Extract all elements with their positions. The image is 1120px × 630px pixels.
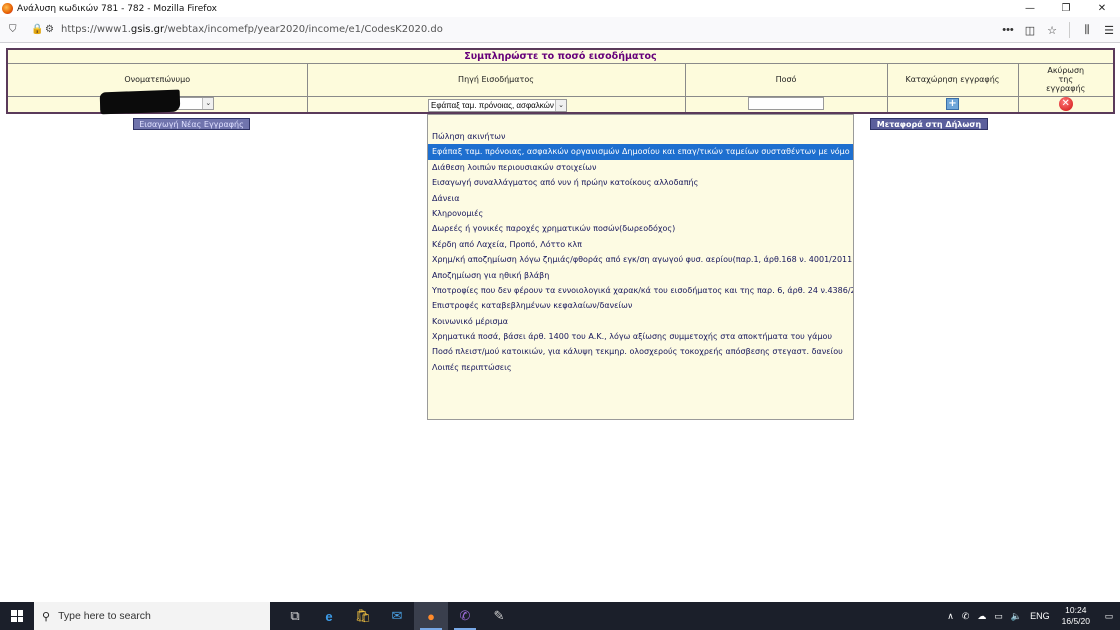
store-icon[interactable]: 🛍: [346, 602, 380, 630]
viber-icon[interactable]: ✆: [448, 602, 482, 630]
tray-expand-icon[interactable]: ∧: [943, 611, 958, 622]
redaction-mark: [99, 89, 181, 115]
window-title: Ανάλυση κωδικών 781 - 782 - Mozilla Fire…: [17, 3, 217, 14]
dropdown-option[interactable]: Υποτροφίες που δεν φέρουν τα εννοιολογικ…: [428, 283, 853, 298]
pocket-icon[interactable]: ◫: [1019, 24, 1041, 37]
dropdown-option[interactable]: Διάθεση λοιπών περιουσιακών στοιχείων: [428, 160, 853, 175]
viber-tray-icon[interactable]: ✆: [958, 611, 974, 622]
income-source-dropdown-list[interactable]: Πώληση ακινήτων Εφάπαξ ταμ. πρόνοιας, ασ…: [427, 114, 854, 420]
bookmark-star-icon[interactable]: ☆: [1041, 24, 1063, 37]
mail-icon[interactable]: ✉: [380, 602, 414, 630]
notifications-icon[interactable]: ▭: [1098, 611, 1120, 622]
search-icon: ⚲: [42, 610, 51, 623]
dropdown-option[interactable]: Κληρονομιές: [428, 206, 853, 221]
search-placeholder: Type here to search: [58, 610, 151, 622]
maximize-button[interactable]: ❐: [1048, 0, 1084, 17]
close-window-button[interactable]: ✕: [1084, 0, 1120, 17]
dropdown-option[interactable]: Χρηματικά ποσά, βάσει άρθ. 1400 του Α.Κ.…: [428, 329, 853, 344]
chevron-down-icon: ⌄: [202, 97, 214, 109]
income-source-select[interactable]: Εφάπαξ ταμ. πρόνοιας, ασφαλκών οργ ⌄: [428, 99, 567, 112]
add-entry-icon[interactable]: +: [946, 98, 959, 111]
column-header-cancel: Ακύρωση της εγγραφής: [1017, 62, 1115, 97]
firefox-logo-icon: [2, 3, 13, 14]
navbar-actions: ••• ◫ ☆ ⫼ ☰: [997, 17, 1120, 43]
windows-logo-icon: [11, 610, 23, 622]
transfer-to-declaration-button[interactable]: Μεταφορά στη Δήλωση: [870, 118, 988, 130]
dropdown-option[interactable]: Ποσό πλειστ/μού κατοικιών, για κάλυψη τε…: [428, 344, 853, 359]
task-view-icon[interactable]: ⧉: [278, 602, 312, 630]
lock-icon[interactable]: 🔒: [31, 24, 43, 35]
firefox-taskbar-icon[interactable]: ●: [414, 602, 448, 630]
volume-icon[interactable]: 🔈: [1007, 611, 1026, 622]
edge-icon[interactable]: e: [312, 602, 346, 630]
clock-date: 16/5/20: [1061, 616, 1090, 626]
permissions-icon[interactable]: ⚙: [45, 24, 57, 35]
url-field[interactable]: https://www1.gsis.gr/webtax/incomefp/yea…: [61, 24, 443, 35]
dropdown-option[interactable]: Πώληση ακινήτων: [428, 129, 853, 144]
income-source-selected-value: Εφάπαξ ταμ. πρόνοιας, ασφαλκών οργ: [431, 101, 567, 110]
clock[interactable]: 10:24 16/5/20: [1054, 605, 1098, 627]
minimize-button[interactable]: —: [1012, 0, 1048, 17]
tracking-shield-icon[interactable]: ⛉: [9, 24, 21, 35]
amount-input[interactable]: [748, 96, 824, 110]
system-tray: ∧ ✆ ☁ ▭ 🔈 ENG 10:24 16/5/20 ▭: [943, 602, 1120, 630]
dropdown-option[interactable]: Λοιπές περιπτώσεις: [428, 360, 853, 375]
dropdown-option[interactable]: Αποζημίωση για ηθική βλάβη: [428, 268, 853, 283]
page-content: Συμπληρώστε το ποσό εισοδήματος Ονοματεπ…: [0, 44, 1120, 602]
dropdown-option-selected[interactable]: Εφάπαξ ταμ. πρόνοιας, ασφαλκών οργανισμώ…: [428, 144, 853, 160]
paint-icon[interactable]: ✎: [482, 602, 516, 630]
dropdown-option[interactable]: Εισαγωγή συναλλάγματος από νυν ή πρώην κ…: [428, 175, 853, 190]
language-indicator[interactable]: ENG: [1026, 611, 1054, 621]
network-icon[interactable]: ▭: [990, 611, 1007, 622]
column-header-income-source: Πηγή Εισοδήματος: [306, 62, 686, 97]
navbar-separator: [1069, 22, 1070, 38]
amount-cell: [684, 95, 888, 114]
taskbar-apps: ⧉ e 🛍 ✉ ● ✆ ✎: [278, 602, 516, 630]
clock-time: 10:24: [1065, 605, 1087, 615]
page-actions-icon[interactable]: •••: [997, 24, 1019, 36]
new-entry-button[interactable]: Εισαγωγή Νέας Εγγραφής: [133, 118, 250, 130]
window-controls: — ❐ ✕: [1012, 0, 1120, 17]
dropdown-option[interactable]: Χρημ/κή αποζημίωση λόγω ζημιάς/φθοράς απ…: [428, 252, 853, 267]
windows-taskbar: ⚲ Type here to search ⧉ e 🛍 ✉ ● ✆ ✎ ∧ ✆ …: [0, 602, 1120, 630]
cancel-cell: ✕: [1017, 95, 1115, 114]
library-icon[interactable]: ⫼: [1076, 24, 1098, 37]
column-header-amount: Ποσό: [684, 62, 888, 97]
dropdown-option[interactable]: Επιστροφές καταβεβλημένων κεφαλαίων/δανε…: [428, 298, 853, 313]
browser-navbar: ⛉ 🔒 ⚙ https://www1.gsis.gr/webtax/income…: [0, 17, 1120, 43]
onedrive-icon[interactable]: ☁: [973, 611, 990, 622]
chevron-down-icon: ⌄: [555, 100, 566, 111]
dropdown-option[interactable]: Κέρδη από Λαχεία, Προπό, Λόττο κλπ: [428, 237, 853, 252]
column-header-register: Καταχώρηση εγγραφής: [886, 62, 1019, 97]
dropdown-option[interactable]: Δάνεια: [428, 191, 853, 206]
cancel-entry-icon[interactable]: ✕: [1058, 97, 1073, 112]
form-title: Συμπληρώστε το ποσό εισοδήματος: [6, 48, 1115, 64]
start-button[interactable]: [0, 602, 34, 630]
menu-icon[interactable]: ☰: [1098, 24, 1120, 37]
register-cell: +: [886, 95, 1019, 114]
dropdown-option[interactable]: Κοινωνικό μέρισμα: [428, 314, 853, 329]
taskbar-search[interactable]: ⚲ Type here to search: [34, 602, 270, 630]
window-titlebar: Ανάλυση κωδικών 781 - 782 - Mozilla Fire…: [0, 0, 1120, 17]
dropdown-option[interactable]: Δωρεές ή γονικές παροχές χρηματικών ποσώ…: [428, 221, 853, 236]
